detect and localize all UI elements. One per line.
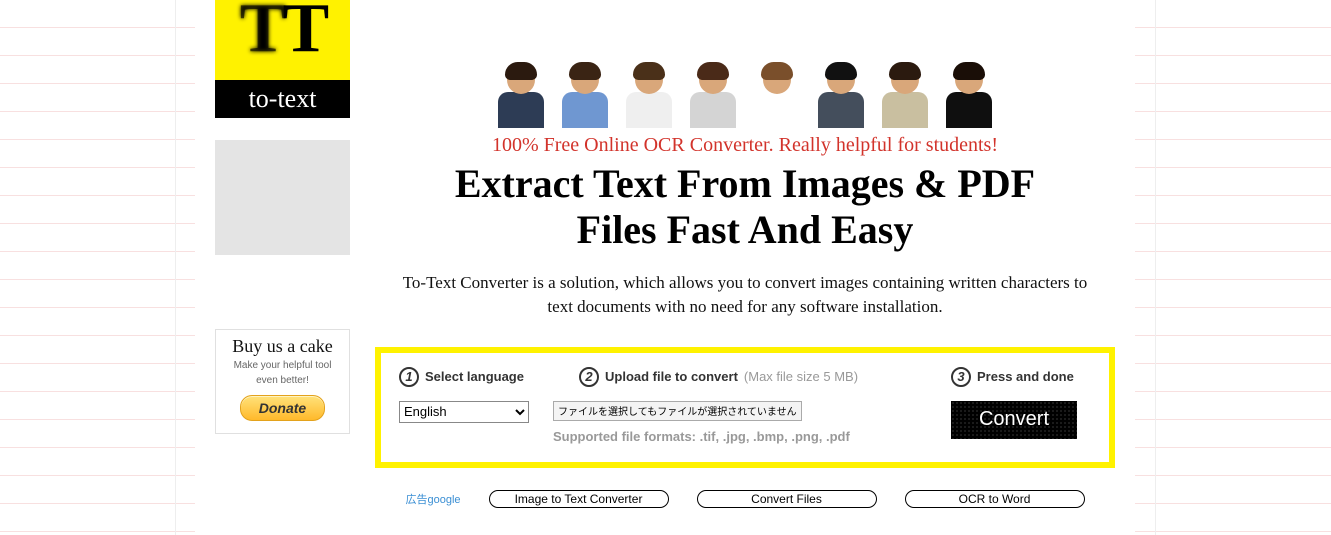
person-hair-icon — [889, 62, 921, 80]
person-body-icon — [818, 92, 864, 128]
step-1-label: 1 Select language — [399, 367, 549, 387]
step-1-text: Select language — [425, 369, 524, 384]
person-head-icon — [763, 66, 791, 94]
person-illustration — [626, 66, 672, 128]
person-head-icon — [955, 66, 983, 94]
person-head-icon — [571, 66, 599, 94]
supported-formats-text: Supported file formats: .tif, .jpg, .bmp… — [553, 429, 947, 444]
person-illustration — [818, 66, 864, 128]
person-illustration — [946, 66, 992, 128]
donate-title: Buy us a cake — [220, 336, 345, 357]
headline-line-2: Files Fast And Easy — [577, 207, 914, 252]
person-body-icon — [882, 92, 928, 128]
headline-line-1: Extract Text From Images & PDF — [455, 161, 1035, 206]
step-3-number-icon: 3 — [951, 367, 971, 387]
hero-people-illustration — [375, 0, 1115, 130]
person-body-icon — [562, 92, 608, 128]
person-illustration — [882, 66, 928, 128]
person-head-icon — [827, 66, 855, 94]
donate-subtitle-1: Make your helpful tool — [220, 359, 345, 372]
sidebar-ad-placeholder — [215, 140, 350, 255]
person-body-icon — [498, 92, 544, 128]
convert-box: 1 Select language 2 Upload file to conve… — [375, 347, 1115, 468]
person-head-icon — [891, 66, 919, 94]
file-choose-button[interactable]: ファイルを選択してもファイルが選択されていません — [553, 401, 802, 421]
person-illustration — [562, 66, 608, 128]
margin-left-line — [175, 0, 176, 535]
sidebar: TT to-text Buy us a cake Make your helpf… — [215, 0, 350, 434]
ad-link-image-to-text[interactable]: Image to Text Converter — [489, 490, 669, 508]
logo-wordmark[interactable]: to-text — [215, 80, 350, 118]
person-head-icon — [699, 66, 727, 94]
person-hair-icon — [697, 62, 729, 80]
person-illustration — [690, 66, 736, 128]
ad-label: 広告google — [405, 491, 460, 507]
main-content: 100% Free Online OCR Converter. Really h… — [375, 0, 1115, 508]
donate-subtitle-2: even better! — [220, 374, 345, 387]
person-hair-icon — [569, 62, 601, 80]
person-hair-icon — [761, 62, 793, 80]
ad-link-convert-files[interactable]: Convert Files — [697, 490, 877, 508]
logo-mark[interactable]: TT — [215, 0, 350, 80]
tagline: 100% Free Online OCR Converter. Really h… — [375, 134, 1115, 157]
person-body-icon — [754, 92, 800, 128]
step-3-label: 3 Press and done — [951, 367, 1091, 387]
person-hair-icon — [633, 62, 665, 80]
person-body-icon — [946, 92, 992, 128]
step-2-number-icon: 2 — [579, 367, 599, 387]
donate-button[interactable]: Donate — [240, 395, 325, 421]
person-head-icon — [635, 66, 663, 94]
step-2-text: Upload file to convert — [605, 369, 738, 384]
person-hair-icon — [825, 62, 857, 80]
person-body-icon — [690, 92, 736, 128]
person-head-icon — [507, 66, 535, 94]
description: To-Text Converter is a solution, which a… — [375, 271, 1115, 319]
page-container: TT to-text Buy us a cake Make your helpf… — [195, 0, 1135, 535]
person-hair-icon — [953, 62, 985, 80]
controls-row: English ファイルを選択してもファイルが選択されていません Support… — [399, 401, 1091, 444]
donate-box: Buy us a cake Make your helpful tool eve… — [215, 329, 350, 434]
logo-tt-text: TT — [215, 0, 350, 64]
step-2-label: 2 Upload file to convert (Max file size … — [579, 367, 921, 387]
person-hair-icon — [505, 62, 537, 80]
person-body-icon — [626, 92, 672, 128]
step-2-hint: (Max file size 5 MB) — [744, 369, 858, 384]
bottom-ad-row: 広告google Image to Text Converter Convert… — [375, 490, 1115, 508]
margin-right-line — [1155, 0, 1156, 535]
step-3-text: Press and done — [977, 369, 1074, 384]
person-illustration — [498, 66, 544, 128]
step-1-number-icon: 1 — [399, 367, 419, 387]
steps-header-row: 1 Select language 2 Upload file to conve… — [399, 367, 1091, 387]
headline: Extract Text From Images & PDF Files Fas… — [375, 161, 1115, 253]
language-select[interactable]: English — [399, 401, 529, 423]
ad-link-ocr-to-word[interactable]: OCR to Word — [905, 490, 1085, 508]
convert-button[interactable]: Convert — [951, 401, 1077, 439]
person-illustration — [754, 66, 800, 128]
